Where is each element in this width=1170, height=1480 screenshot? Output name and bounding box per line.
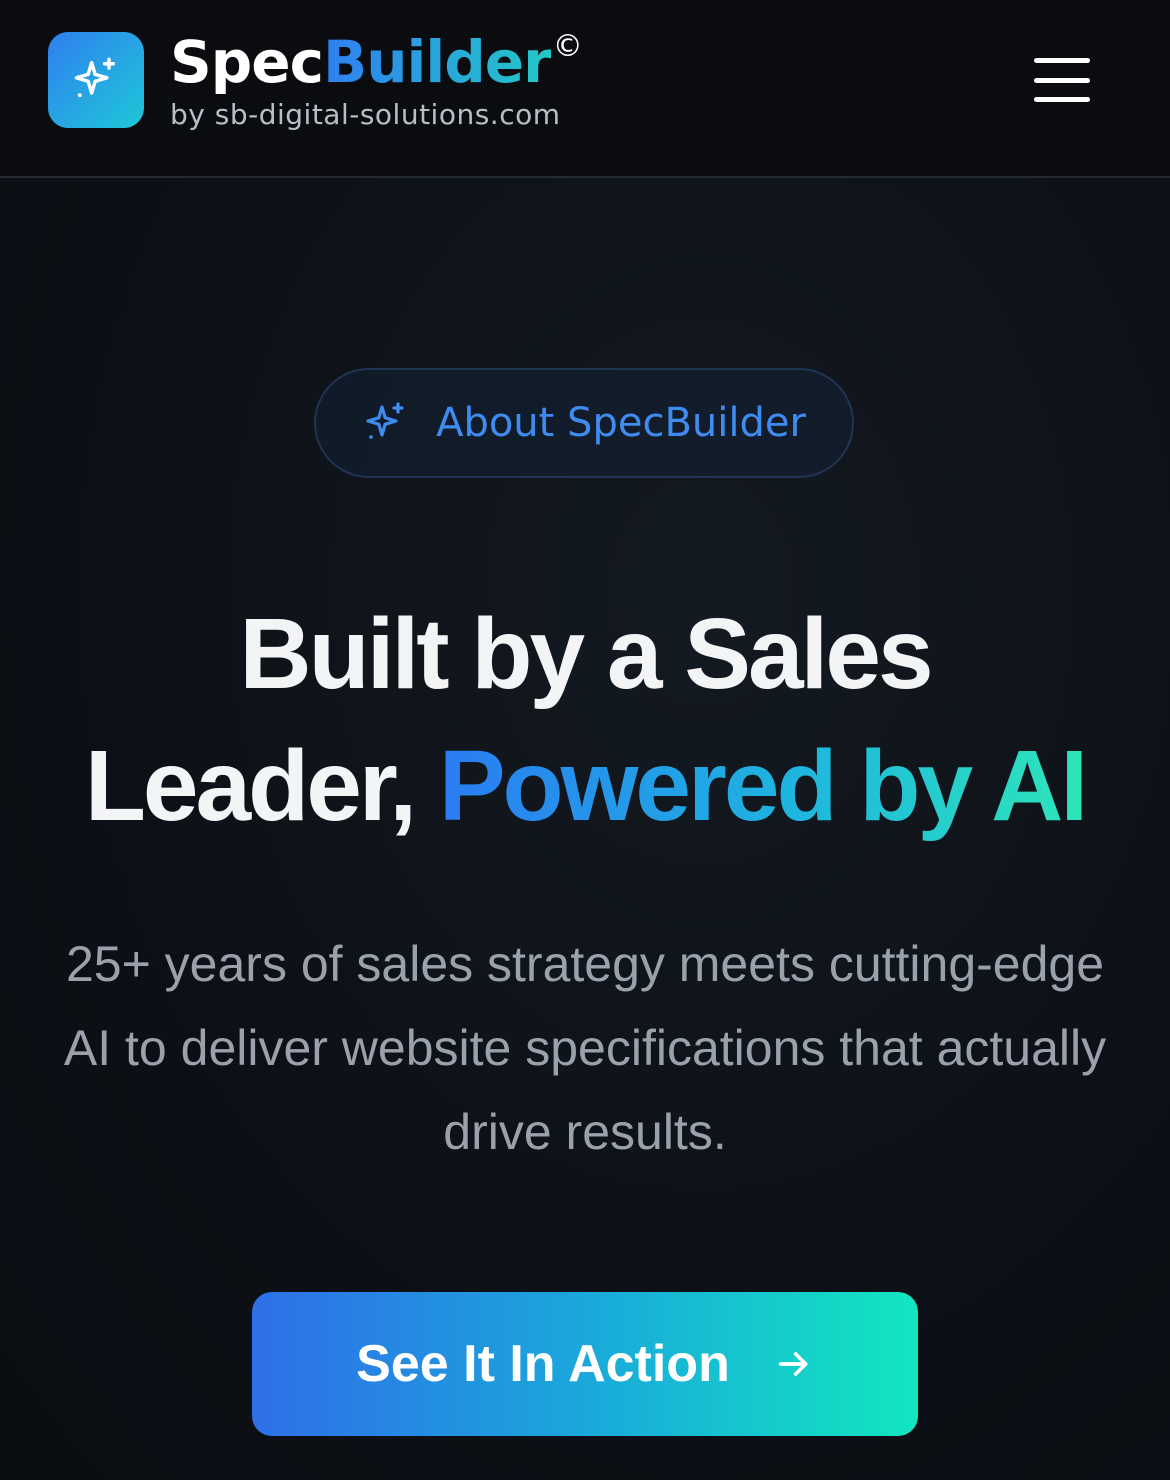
brand-name-part2: Builder: [323, 28, 552, 96]
brand-name-part1: Spec: [170, 28, 324, 96]
logo-tile[interactable]: [48, 32, 144, 128]
headline-line-1: Built by a Sales: [239, 598, 933, 710]
headline-line-2: Leader, Powered by AI: [0, 720, 1170, 852]
see-it-in-action-button[interactable]: See It In Action: [252, 1292, 918, 1436]
brand-byline: by sb-digital-solutions.com: [170, 98, 561, 131]
menu-bar: [1034, 77, 1090, 83]
menu-bar: [1034, 58, 1090, 63]
about-pill[interactable]: About SpecBuilder: [314, 368, 854, 478]
headline-plain: Leader,: [84, 730, 439, 842]
hamburger-menu-icon[interactable]: [1026, 52, 1098, 108]
about-pill-label: About SpecBuilder: [436, 400, 806, 446]
brand-name[interactable]: SpecBuilder©: [170, 28, 583, 96]
page: SpecBuilder© by sb-digital-solutions.com…: [0, 0, 1170, 1480]
hero-headline: Built by a Sales Leader, Powered by AI: [0, 588, 1170, 852]
copyright-mark: ©: [552, 29, 583, 64]
site-header: SpecBuilder© by sb-digital-solutions.com: [0, 0, 1170, 178]
arrow-right-icon: [778, 1352, 808, 1376]
headline-accent: Powered by AI: [438, 730, 1088, 842]
hero-description: 25+ years of sales strategy meets cuttin…: [63, 936, 1107, 1160]
cta-label: See It In Action: [356, 1335, 730, 1393]
menu-bar: [1034, 97, 1090, 102]
sparkles-icon: [74, 57, 116, 98]
sparkles-icon: [366, 402, 404, 439]
